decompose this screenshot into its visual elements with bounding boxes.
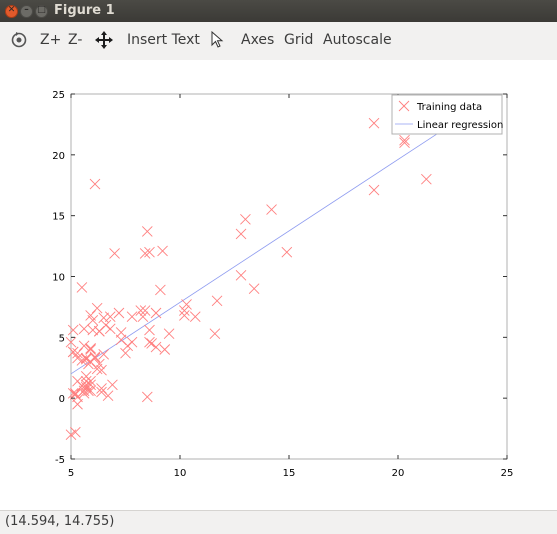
window-close-button[interactable]: ✕ — [5, 5, 18, 18]
legend: Training data Linear regression — [391, 94, 503, 135]
plot-canvas[interactable]: 5 10 15 20 25 -5 0 5 10 15 20 25 Training data Line… — [0, 60, 557, 510]
x-tick-label: 25 — [501, 468, 514, 479]
x-tick-label: 15 — [283, 468, 296, 479]
minimize-icon: – — [24, 5, 29, 15]
axes-box — [70, 93, 508, 460]
window-minimize-button[interactable]: – — [20, 5, 33, 18]
x-tick-label: 10 — [174, 468, 187, 479]
y-tick-label: 25 — [52, 90, 65, 101]
legend-label-regression: Linear regression — [417, 120, 503, 131]
x-tick-label: 20 — [392, 468, 405, 479]
x-tick-label: 5 — [68, 468, 74, 479]
autoscale-button[interactable]: Autoscale — [323, 32, 392, 48]
y-tick-label: 5 — [59, 333, 65, 344]
y-tick-label: -5 — [55, 455, 65, 466]
zoom-out-button[interactable]: Z- — [68, 32, 82, 48]
y-tick-label: 15 — [52, 212, 65, 223]
window-titlebar: ✕ – □ Figure 1 — [0, 0, 557, 22]
close-icon: ✕ — [7, 5, 16, 15]
pan-icon — [95, 31, 113, 49]
pan-button[interactable] — [95, 31, 113, 53]
y-tick-label: 10 — [52, 273, 65, 284]
legend-label-training: Training data — [416, 102, 482, 113]
toolbar: Z+ Z- Insert Text Axes Grid Autoscale — [0, 22, 557, 60]
y-tick-label: 20 — [52, 151, 65, 162]
zoom-in-button[interactable]: Z+ — [40, 32, 61, 48]
pointer-icon — [211, 30, 224, 48]
maximize-icon: □ — [37, 5, 46, 15]
window-title: Figure 1 — [54, 3, 115, 18]
axes-button[interactable]: Axes — [241, 32, 274, 48]
rotate-icon — [11, 32, 27, 48]
window-maximize-button[interactable]: □ — [35, 5, 48, 18]
rotate-button[interactable] — [10, 31, 28, 53]
y-tick-label: 0 — [59, 394, 65, 405]
select-button[interactable] — [211, 30, 225, 53]
scatter-plot: 5 10 15 20 25 -5 0 5 10 15 20 25 Training data Line… — [52, 90, 514, 479]
grid-button[interactable]: Grid — [284, 32, 313, 48]
insert-text-button[interactable]: Insert Text — [127, 32, 200, 48]
status-bar: (14.594, 14.755) — [0, 510, 557, 534]
cursor-coordinates: (14.594, 14.755) — [5, 514, 115, 529]
